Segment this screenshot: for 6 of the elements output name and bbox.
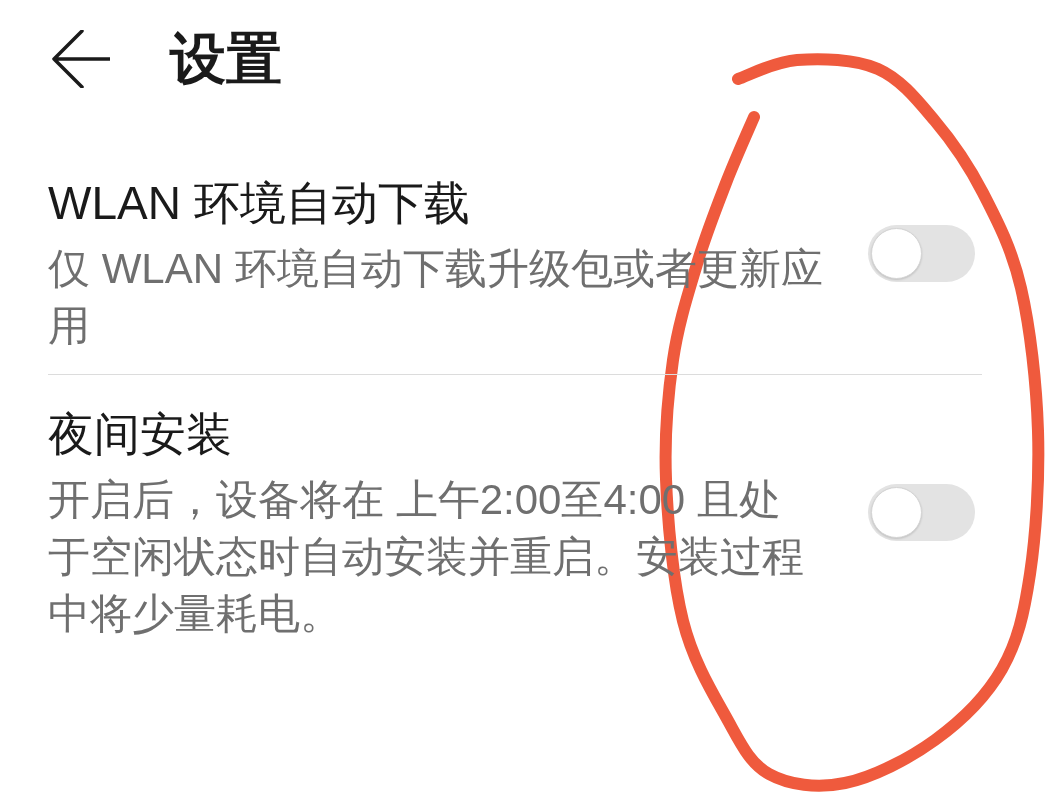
setting-title: 夜间安装 <box>48 407 233 462</box>
setting-title: WLAN 环境自动下载 <box>48 176 471 231</box>
page-title: 设置 <box>170 27 282 91</box>
toggle-switch[interactable] <box>868 224 975 282</box>
toggle-switch[interactable] <box>868 484 975 541</box>
back-icon[interactable] <box>52 30 110 88</box>
